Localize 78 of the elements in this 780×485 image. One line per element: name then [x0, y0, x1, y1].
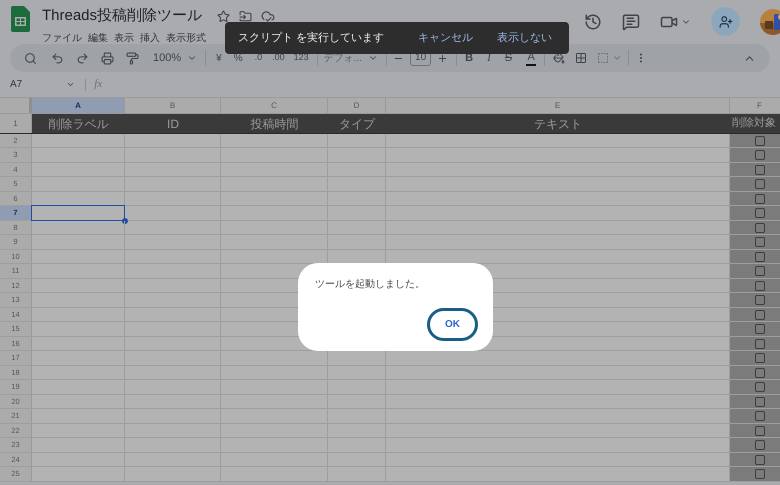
checkbox[interactable]: [755, 164, 765, 174]
add-person-icon: [718, 14, 732, 28]
search-icon[interactable]: [24, 52, 37, 64]
checkbox[interactable]: [755, 136, 765, 146]
column-title: 削除対象: [731, 116, 776, 132]
document-title[interactable]: Threads投稿削除ツール: [42, 5, 202, 28]
checkbox[interactable]: [755, 426, 765, 436]
menu-item[interactable]: 表示形式: [166, 30, 206, 46]
percent-format[interactable]: %: [234, 50, 243, 66]
column-title: テキスト: [534, 116, 582, 132]
toast-message: スクリプト を実行しています: [238, 30, 384, 46]
history-icon[interactable]: [584, 12, 602, 30]
column-header[interactable]: B: [125, 98, 221, 113]
checkbox[interactable]: [755, 310, 765, 320]
undo-icon[interactable]: [51, 52, 64, 64]
checkbox[interactable]: [755, 454, 765, 464]
column-header[interactable]: A: [32, 98, 125, 113]
column-header[interactable]: E: [386, 98, 730, 113]
checkbox[interactable]: [755, 252, 765, 262]
column-title: ID: [167, 116, 179, 132]
increase-size-icon[interactable]: [437, 52, 448, 64]
column-header[interactable]: C: [221, 98, 328, 113]
name-box[interactable]: A7: [10, 77, 22, 92]
checkbox[interactable]: [755, 382, 765, 392]
checkbox[interactable]: [755, 295, 765, 305]
merge-cells-icon[interactable]: [597, 52, 610, 64]
font-select[interactable]: デフォ...: [324, 50, 362, 66]
star-icon[interactable]: [217, 10, 230, 23]
checkbox[interactable]: [755, 324, 765, 334]
column-title: 削除ラベル: [48, 116, 108, 132]
fill-color-icon[interactable]: [553, 52, 566, 64]
checkbox[interactable]: [755, 368, 765, 378]
spreadsheet-logo[interactable]: [11, 6, 30, 32]
redo-icon[interactable]: [76, 52, 89, 64]
column-header[interactable]: D: [328, 98, 386, 113]
menu-item[interactable]: 表示: [114, 30, 134, 46]
increase-decimal[interactable]: .00: [272, 51, 285, 65]
selected-cell[interactable]: [31, 205, 125, 221]
comment-icon[interactable]: [622, 12, 640, 30]
print-icon[interactable]: [101, 52, 114, 64]
caret-icon[interactable]: [66, 80, 76, 89]
fill-handle[interactable]: [122, 218, 128, 224]
menu-item[interactable]: 編集: [88, 30, 108, 46]
column-title: 投稿時間: [250, 116, 298, 132]
borders-icon[interactable]: [575, 52, 588, 64]
move-folder-icon[interactable]: [239, 10, 252, 23]
italic-button[interactable]: I: [487, 50, 491, 66]
ok-button[interactable]: OK: [427, 308, 478, 341]
dialog-message: ツールを起動しました。: [315, 278, 426, 292]
checkbox[interactable]: [755, 396, 765, 406]
menu-item[interactable]: ファイル: [42, 30, 82, 46]
column-header[interactable]: F: [730, 98, 780, 113]
zoom-select[interactable]: 100%: [153, 50, 182, 66]
row-header[interactable]: 1: [0, 114, 32, 133]
checkbox[interactable]: [755, 222, 765, 232]
column-title: タイプ: [339, 116, 375, 132]
checkbox[interactable]: [755, 208, 765, 218]
paint-format-icon[interactable]: [126, 52, 139, 64]
checkbox[interactable]: [755, 353, 765, 363]
checkbox[interactable]: [755, 237, 765, 247]
menu-item[interactable]: 挿入: [140, 30, 160, 46]
share-button[interactable]: [711, 7, 740, 36]
decrease-decimal[interactable]: .0: [254, 51, 262, 65]
toast-action[interactable]: 表示しない: [497, 30, 552, 46]
cloud-status-icon[interactable]: [261, 9, 276, 24]
checkbox[interactable]: [755, 411, 765, 421]
checkbox[interactable]: [755, 440, 765, 450]
checkbox[interactable]: [755, 150, 765, 160]
currency-format[interactable]: ¥: [216, 50, 222, 66]
checkbox[interactable]: [755, 280, 765, 290]
toast-action[interactable]: キャンセル: [418, 30, 473, 46]
number-format[interactable]: 123: [294, 51, 309, 65]
checkbox[interactable]: [755, 338, 765, 348]
checkbox[interactable]: [755, 179, 765, 189]
checkbox[interactable]: [755, 469, 765, 479]
checkbox[interactable]: [755, 266, 765, 276]
checkbox[interactable]: [755, 194, 765, 204]
function-label: fx: [94, 77, 102, 92]
